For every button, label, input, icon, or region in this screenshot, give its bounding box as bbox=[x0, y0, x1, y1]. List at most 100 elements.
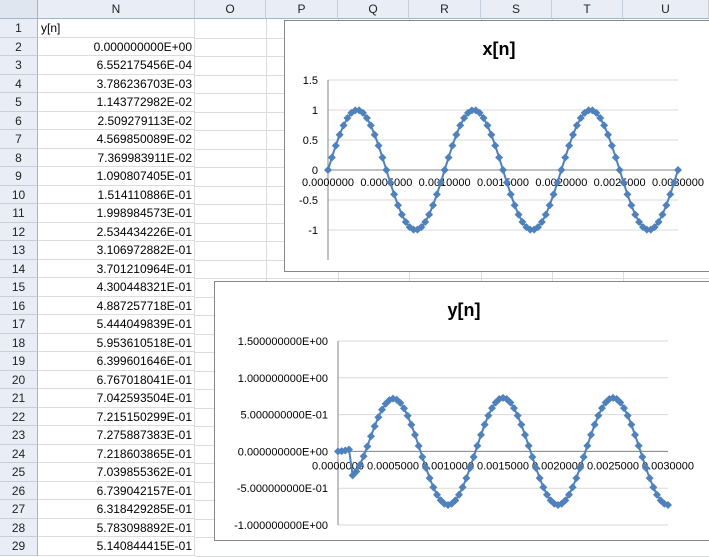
row-header[interactable]: 5 bbox=[0, 93, 38, 112]
cell-n[interactable]: y[n] bbox=[38, 19, 195, 38]
data-point bbox=[506, 190, 515, 199]
column-header-p[interactable]: P bbox=[266, 0, 338, 19]
row-header[interactable]: 19 bbox=[0, 352, 38, 371]
row-header[interactable]: 15 bbox=[0, 278, 38, 297]
cell-n[interactable]: 7.039855362E-01 bbox=[38, 463, 195, 482]
row-header[interactable]: 27 bbox=[0, 500, 38, 519]
row-header[interactable]: 17 bbox=[0, 315, 38, 334]
cell-n[interactable]: 2.534434226E-01 bbox=[38, 222, 195, 241]
cell-n[interactable]: 1.998984573E-01 bbox=[38, 204, 195, 223]
column-header-o[interactable]: O bbox=[195, 0, 266, 19]
row-header[interactable]: 24 bbox=[0, 444, 38, 463]
cell-n[interactable]: 7.215150299E-01 bbox=[38, 407, 195, 426]
cell-n[interactable]: 5.953610518E-01 bbox=[38, 333, 195, 352]
data-point bbox=[615, 166, 624, 174]
x-tick-label: 0.0020000 bbox=[532, 460, 584, 472]
row-header[interactable]: 21 bbox=[0, 389, 38, 408]
row-header[interactable]: 12 bbox=[0, 222, 38, 241]
cell-n[interactable]: 4.569850089E-02 bbox=[38, 130, 195, 149]
y-tick-label: 1.000000000E+00 bbox=[238, 373, 328, 385]
data-point bbox=[425, 474, 434, 483]
row-header[interactable]: 6 bbox=[0, 111, 38, 130]
data-point bbox=[480, 420, 489, 429]
data-point bbox=[568, 483, 577, 492]
cell-n[interactable]: 4.887257718E-01 bbox=[38, 296, 195, 315]
row-header[interactable]: 3 bbox=[0, 56, 38, 75]
cell-n[interactable]: 1.514110886E-01 bbox=[38, 185, 195, 204]
row-header[interactable]: 4 bbox=[0, 74, 38, 93]
cell-n[interactable]: 6.767018041E-01 bbox=[38, 370, 195, 389]
cell-n[interactable]: 2.509279113E-02 bbox=[38, 111, 195, 130]
cell-n[interactable]: 5.783098892E-01 bbox=[38, 518, 195, 537]
row-header[interactable]: 14 bbox=[0, 259, 38, 278]
data-point bbox=[339, 121, 348, 130]
data-point bbox=[367, 432, 375, 441]
cell-n[interactable]: 1.143772982E-02 bbox=[38, 93, 195, 112]
chart-x-n[interactable]: x[n] 1.5 1 0.5 0 -0.5 -1 0.0000000 0.0005000 0.0… bbox=[284, 20, 709, 272]
row-header[interactable]: 11 bbox=[0, 204, 38, 223]
row-header[interactable]: 23 bbox=[0, 426, 38, 445]
data-point bbox=[458, 483, 467, 492]
column-header-r[interactable]: R bbox=[409, 0, 481, 19]
data-point bbox=[627, 201, 636, 210]
row-header[interactable]: 2 bbox=[0, 37, 38, 56]
data-point bbox=[541, 210, 550, 219]
data-point bbox=[491, 141, 500, 150]
x-n-plot: 1.5 1 0.5 0 -0.5 -1 0.0000000 0.0005000 0.001000… bbox=[299, 75, 704, 260]
data-point bbox=[623, 190, 632, 199]
row-header[interactable]: 13 bbox=[0, 241, 38, 260]
row-header[interactable]: 16 bbox=[0, 296, 38, 315]
data-point bbox=[425, 210, 434, 219]
column-header-s[interactable]: S bbox=[481, 0, 552, 19]
row-header[interactable]: 7 bbox=[0, 130, 38, 149]
cell-n[interactable]: 6.318429285E-01 bbox=[38, 500, 195, 519]
data-point bbox=[483, 121, 492, 130]
column-header-u[interactable]: U bbox=[623, 0, 709, 19]
row-header[interactable]: 22 bbox=[0, 407, 38, 426]
column-header-t[interactable]: T bbox=[552, 0, 623, 19]
row-header[interactable]: 20 bbox=[0, 370, 38, 389]
row-header[interactable]: 10 bbox=[0, 185, 38, 204]
row-header[interactable]: 8 bbox=[0, 148, 38, 167]
x-tick-label: 0.0005000 bbox=[360, 177, 412, 189]
cell-n[interactable]: 4.300448321E-01 bbox=[38, 278, 195, 297]
cell-n[interactable]: 1.090807405E-01 bbox=[38, 167, 195, 186]
row-header[interactable]: 18 bbox=[0, 333, 38, 352]
data-point bbox=[631, 430, 639, 439]
cell-n[interactable]: 7.042593504E-01 bbox=[38, 389, 195, 408]
y-tick-label: -5.000000000E-01 bbox=[237, 483, 328, 495]
cell-n[interactable]: 0.000000000E+00 bbox=[38, 37, 195, 56]
column-header-q[interactable]: Q bbox=[338, 0, 409, 19]
cell-n[interactable]: 3.786236703E-03 bbox=[38, 74, 195, 93]
select-all-corner[interactable] bbox=[0, 0, 38, 19]
cell-n[interactable]: 5.444049839E-01 bbox=[38, 315, 195, 334]
cell-n[interactable]: 6.739042157E-01 bbox=[38, 481, 195, 500]
data-point bbox=[394, 201, 402, 210]
row-header[interactable]: 28 bbox=[0, 518, 38, 537]
cell-n[interactable]: 5.140844415E-01 bbox=[38, 537, 195, 556]
data-point bbox=[631, 210, 640, 219]
row-header[interactable]: 29 bbox=[0, 537, 38, 556]
cell-n[interactable]: 7.369983911E-02 bbox=[38, 148, 195, 167]
data-point bbox=[674, 166, 682, 174]
column-header-n[interactable]: N bbox=[38, 0, 195, 19]
cell-n[interactable]: 7.275887383E-01 bbox=[38, 426, 195, 445]
chart-y-n[interactable]: y[n] 1.500000000E+00 1.000000000E+00 5.000… bbox=[214, 281, 709, 541]
x-tick-label: 0.0025000 bbox=[594, 177, 646, 189]
row-header[interactable]: 9 bbox=[0, 167, 38, 186]
data-point bbox=[666, 190, 675, 199]
data-point bbox=[611, 153, 620, 162]
cell-n[interactable]: 7.218603865E-01 bbox=[38, 444, 195, 463]
row-header[interactable]: 26 bbox=[0, 481, 38, 500]
data-point bbox=[370, 422, 379, 431]
cell-n[interactable]: 3.106972882E-01 bbox=[38, 241, 195, 260]
data-point bbox=[524, 441, 533, 450]
x-tick-label: 0.0010000 bbox=[422, 460, 474, 472]
row-header[interactable]: 1 bbox=[0, 19, 38, 38]
row-header[interactable]: 25 bbox=[0, 463, 38, 482]
data-point bbox=[590, 420, 599, 429]
cell-n[interactable]: 6.399601646E-01 bbox=[38, 352, 195, 371]
cell-n[interactable]: 6.552175456E-04 bbox=[38, 56, 195, 75]
cell-n[interactable]: 3.701210964E-01 bbox=[38, 259, 195, 278]
y-tick-label: -1 bbox=[308, 225, 318, 237]
